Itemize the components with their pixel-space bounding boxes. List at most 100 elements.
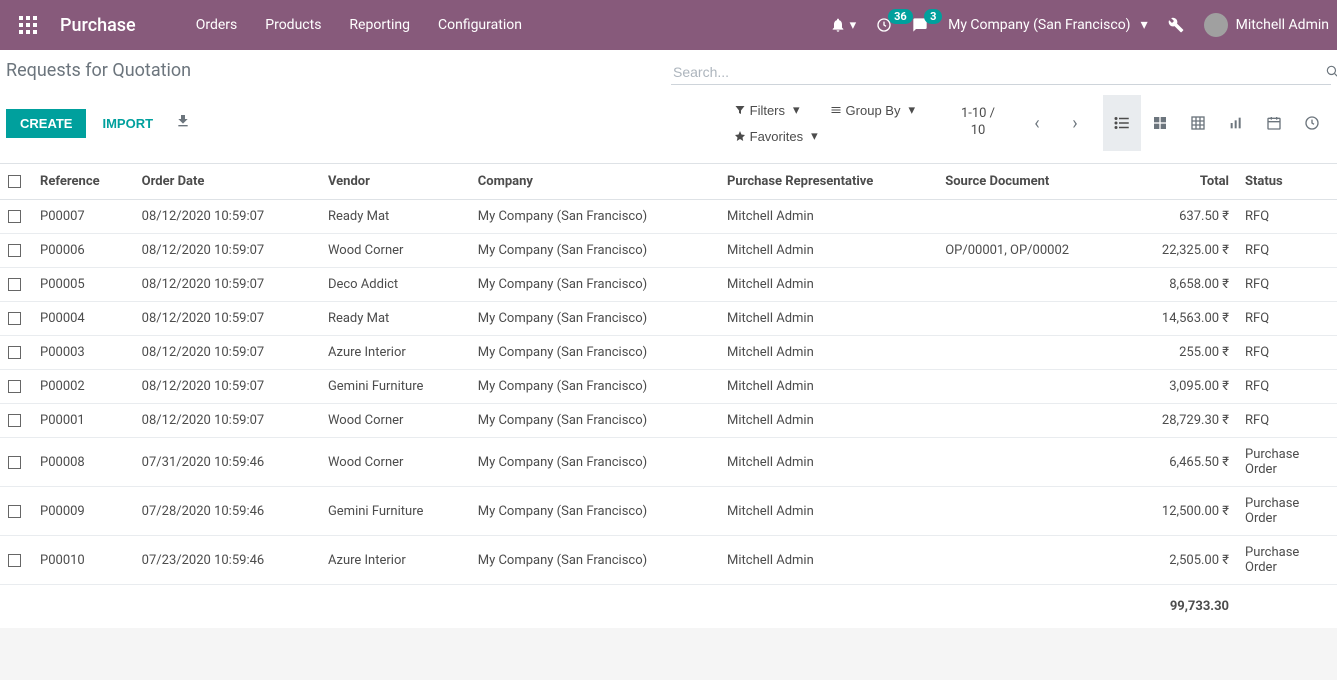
groupby-button[interactable]: Group By ▾: [830, 102, 915, 118]
activity-view-button[interactable]: [1293, 95, 1331, 151]
next-page-button[interactable]: ›: [1059, 105, 1091, 141]
col-company[interactable]: Company: [470, 164, 719, 200]
cell-date: 07/31/2020 10:59:46: [134, 438, 320, 487]
table-row[interactable]: P0000907/28/2020 10:59:46Gemini Furnitur…: [0, 487, 1337, 536]
cell-company: My Company (San Francisco): [470, 487, 719, 536]
table-row[interactable]: P0000308/12/2020 10:59:07Azure InteriorM…: [0, 336, 1337, 370]
apps-icon[interactable]: [14, 11, 42, 39]
col-vendor[interactable]: Vendor: [320, 164, 470, 200]
menu-reporting[interactable]: Reporting: [349, 17, 410, 33]
menu-orders[interactable]: Orders: [196, 17, 238, 33]
table-row[interactable]: P0000108/12/2020 10:59:07Wood CornerMy C…: [0, 404, 1337, 438]
pager-range: 1-10 /: [951, 106, 1005, 123]
cell-reference: P00008: [32, 438, 134, 487]
cell-total: 14,563.00 ₹: [1125, 302, 1237, 336]
activity-icon[interactable]: 36: [876, 17, 892, 33]
list-icon: [830, 104, 842, 116]
col-rep[interactable]: Purchase Representative: [719, 164, 937, 200]
app-title[interactable]: Purchase: [60, 15, 136, 36]
row-checkbox[interactable]: [8, 346, 21, 359]
table-header-row: Reference Order Date Vendor Company Purc…: [0, 164, 1337, 200]
breadcrumb[interactable]: Requests for Quotation: [6, 60, 191, 81]
notifications-bell-icon[interactable]: ▾: [830, 17, 857, 33]
cell-vendor: Gemini Furniture: [320, 370, 470, 404]
cell-vendor: Ready Mat: [320, 200, 470, 234]
table-row[interactable]: P0000708/12/2020 10:59:07Ready MatMy Com…: [0, 200, 1337, 234]
row-checkbox[interactable]: [8, 554, 21, 567]
row-checkbox[interactable]: [8, 456, 21, 469]
cell-company: My Company (San Francisco): [470, 234, 719, 268]
favorites-button[interactable]: Favorites ▾: [734, 128, 915, 144]
col-total[interactable]: Total: [1125, 164, 1237, 200]
row-checkbox[interactable]: [8, 244, 21, 257]
table-row[interactable]: P0000508/12/2020 10:59:07Deco AddictMy C…: [0, 268, 1337, 302]
search-expand-icon[interactable]: [1325, 64, 1337, 82]
cell-source: [937, 302, 1125, 336]
favorites-label: Favorites: [750, 129, 803, 144]
debug-icon[interactable]: [1168, 17, 1184, 33]
cell-total: 3,095.00 ₹: [1125, 370, 1237, 404]
cell-vendor: Gemini Furniture: [320, 487, 470, 536]
cell-date: 08/12/2020 10:59:07: [134, 200, 320, 234]
row-checkbox[interactable]: [8, 278, 21, 291]
cell-status: RFQ: [1237, 200, 1337, 234]
prev-page-button[interactable]: ‹: [1021, 105, 1053, 141]
cell-status: Purchase Order: [1237, 536, 1337, 585]
table-row[interactable]: P0001007/23/2020 10:59:46Azure InteriorM…: [0, 536, 1337, 585]
cell-company: My Company (San Francisco): [470, 404, 719, 438]
caret-down-icon: ▾: [1141, 17, 1148, 33]
row-checkbox[interactable]: [8, 505, 21, 518]
pivot-view-button[interactable]: [1179, 95, 1217, 151]
cell-reference: P00006: [32, 234, 134, 268]
col-source[interactable]: Source Document: [937, 164, 1125, 200]
cell-company: My Company (San Francisco): [470, 370, 719, 404]
download-icon[interactable]: [175, 113, 191, 133]
select-all-checkbox[interactable]: [8, 175, 21, 188]
import-button[interactable]: IMPORT: [102, 116, 153, 131]
row-checkbox[interactable]: [8, 380, 21, 393]
col-reference[interactable]: Reference: [32, 164, 134, 200]
create-button[interactable]: CREATE: [6, 109, 86, 138]
cell-reference: P00002: [32, 370, 134, 404]
calendar-view-button[interactable]: [1255, 95, 1293, 151]
cell-source: [937, 200, 1125, 234]
funnel-icon: [734, 104, 746, 116]
cell-status: RFQ: [1237, 302, 1337, 336]
graph-view-button[interactable]: [1217, 95, 1255, 151]
cell-total: 22,325.00 ₹: [1125, 234, 1237, 268]
caret-down-icon: ▾: [908, 102, 915, 118]
cell-status: RFQ: [1237, 268, 1337, 302]
menu-products[interactable]: Products: [265, 17, 321, 33]
user-menu[interactable]: Mitchell Admin: [1204, 13, 1329, 37]
menu-bar: Orders Products Reporting Configuration: [196, 17, 522, 33]
cell-reference: P00001: [32, 404, 134, 438]
row-checkbox[interactable]: [8, 414, 21, 427]
col-status[interactable]: Status: [1237, 164, 1337, 200]
col-order-date[interactable]: Order Date: [134, 164, 320, 200]
cell-rep: Mitchell Admin: [719, 370, 937, 404]
pager-total: 10: [951, 123, 1005, 140]
chat-icon[interactable]: 3: [912, 17, 928, 33]
cell-company: My Company (San Francisco): [470, 268, 719, 302]
menu-configuration[interactable]: Configuration: [438, 17, 522, 33]
cell-reference: P00010: [32, 536, 134, 585]
table-row[interactable]: P0000807/31/2020 10:59:46Wood CornerMy C…: [0, 438, 1337, 487]
list-view-button[interactable]: [1103, 95, 1141, 151]
top-navbar: Purchase Orders Products Reporting Confi…: [0, 0, 1337, 50]
row-checkbox[interactable]: [8, 312, 21, 325]
table-row[interactable]: P0000408/12/2020 10:59:07Ready MatMy Com…: [0, 302, 1337, 336]
cell-status: RFQ: [1237, 404, 1337, 438]
cell-source: [937, 536, 1125, 585]
company-switcher[interactable]: My Company (San Francisco) ▾: [948, 17, 1147, 33]
pager[interactable]: 1-10 / 10: [951, 106, 1005, 140]
cell-total: 255.00 ₹: [1125, 336, 1237, 370]
cell-reference: P00007: [32, 200, 134, 234]
table-row[interactable]: P0000208/12/2020 10:59:07Gemini Furnitur…: [0, 370, 1337, 404]
table-row[interactable]: P0000608/12/2020 10:59:07Wood CornerMy C…: [0, 234, 1337, 268]
user-name: Mitchell Admin: [1236, 17, 1329, 33]
row-checkbox[interactable]: [8, 210, 21, 223]
filters-button[interactable]: Filters ▾: [734, 102, 800, 118]
user-avatar: [1204, 13, 1228, 37]
kanban-view-button[interactable]: [1141, 95, 1179, 151]
search-input[interactable]: [671, 60, 1331, 85]
